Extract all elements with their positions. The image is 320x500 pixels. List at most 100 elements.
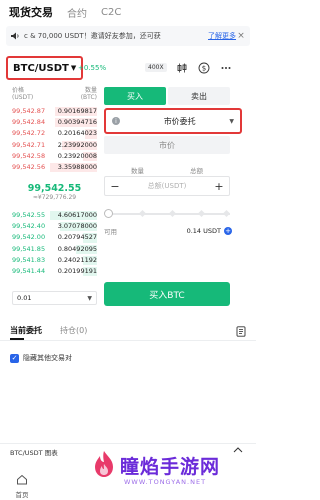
orders-tabs: 当前委托 持仓(0) <box>0 323 256 341</box>
ask-qty: 0.90169817 <box>57 107 97 115</box>
bid-price: 99,542.55 <box>12 211 46 219</box>
total-label[interactable]: 总额 <box>190 165 203 175</box>
leverage-badge[interactable]: 400X <box>145 63 167 72</box>
close-icon[interactable]: × <box>236 31 246 41</box>
ask-price: 99,542.84 <box>12 118 46 127</box>
bid-price: 99,542.00 <box>12 233 46 242</box>
ask-row[interactable]: 99,542.87 0.90169817 <box>12 106 97 117</box>
buy-tab[interactable]: 买入 <box>104 87 166 105</box>
bid-qty: 0.80492095 <box>57 244 97 253</box>
more-icon[interactable] <box>220 62 232 74</box>
total-placeholder: 总额(USDT) <box>147 182 187 190</box>
tab-futures[interactable]: 合约 <box>67 5 87 20</box>
orderbook-header: 价格 (USDT) 数量 (BTC) <box>12 87 97 101</box>
notice-banner: c & 70,000 USDT！邀请好友参加，还可获 了解更多 × <box>6 26 250 46</box>
ask-row[interactable]: 99,542.72 0.20164023 <box>12 128 97 139</box>
pair-selector[interactable]: BTC/USDT ▼ <box>6 56 84 80</box>
market-price-field: 市价 <box>104 136 230 154</box>
ask-qty: 0.90394716 <box>57 118 97 127</box>
ask-qty: 0.23920008 <box>57 151 97 160</box>
hide-other-pairs-label: 隐藏其他交易对 <box>23 354 72 362</box>
last-price-fiat: ≈¥729,776.29 <box>32 194 77 201</box>
slider-mark <box>222 209 231 218</box>
bid-price: 99,541.44 <box>12 266 46 275</box>
chevron-down-icon: ▼ <box>229 117 234 125</box>
asks-list: 99,542.87 0.90169817 99,542.84 0.90394716 … <box>12 106 97 173</box>
info-icon[interactable]: i <box>112 117 120 125</box>
price-header: 价格 <box>12 87 25 94</box>
minus-icon[interactable]: − <box>110 180 120 193</box>
ask-price: 99,542.72 <box>12 129 46 138</box>
notice-text: c & 70,000 USDT！邀请好友参加，还可获 <box>24 32 161 40</box>
bid-row[interactable]: 99,542.40 3.07078000 <box>12 221 97 232</box>
add-funds-icon[interactable]: + <box>224 227 232 235</box>
candlestick-icon[interactable] <box>176 62 188 74</box>
ask-price: 99,542.71 <box>12 140 46 149</box>
top-tabs: 现货交易 合约 C2C <box>0 0 256 24</box>
tab-open-orders[interactable]: 当前委托 <box>10 325 42 336</box>
order-type-select[interactable]: i 市价委托 ▼ <box>104 108 242 134</box>
ask-price: 99,542.56 <box>12 162 46 171</box>
bid-qty: 0.24021192 <box>57 255 97 264</box>
slider-handle[interactable] <box>104 209 113 218</box>
bid-qty: 0.20199191 <box>57 266 97 275</box>
precision-value: 0.01 <box>17 294 32 302</box>
buy-btc-button[interactable]: 买入BTC <box>104 282 230 306</box>
precision-select[interactable]: 0.01 ▼ <box>12 291 97 305</box>
price-unit: (USDT) <box>12 94 34 101</box>
bid-row[interactable]: 99,542.00 0.20794527 <box>12 232 97 243</box>
pair-symbol: BTC/USDT <box>13 62 69 74</box>
tab-positions[interactable]: 持仓(0) <box>60 325 87 336</box>
ask-qty: 0.20164023 <box>57 129 97 138</box>
notice-learn-more-link[interactable]: 了解更多 <box>208 31 236 41</box>
slider-mark <box>138 209 147 218</box>
active-tab-underline <box>10 338 24 340</box>
qty-label[interactable]: 数量 <box>131 165 144 175</box>
amount-labels: 数量 总额 <box>104 165 230 175</box>
amount-slider[interactable] <box>104 209 231 219</box>
chevron-down-icon: ▼ <box>70 64 77 72</box>
bid-row[interactable]: 99,542.55 4.60617000 <box>12 210 97 221</box>
dollar-icon[interactable]: $ <box>198 62 210 74</box>
price-change: +0.55% <box>78 64 107 72</box>
bid-row[interactable]: 99,541.85 0.80492095 <box>12 244 97 255</box>
watermark-name: 瞳焰手游网 <box>120 456 221 478</box>
chart-bar-label: BTC/USDT 图表 <box>10 449 58 457</box>
watermark: 瞳焰手游网 WWW.TONGYAN.NET <box>92 448 256 500</box>
bids-list: 99,542.55 4.60617000 99,542.40 3.07078000 … <box>12 210 97 277</box>
nav-home-label: 首页 <box>15 491 29 499</box>
total-input[interactable]: − 总额(USDT) + <box>104 176 230 196</box>
order-type-value: 市价委托 <box>163 116 196 126</box>
tab-spot[interactable]: 现货交易 <box>9 4 53 20</box>
last-price-block: 99,542.55 ≈¥729,776.29 <box>12 183 97 201</box>
pair-bar: BTC/USDT ▼ +0.55% 400X $ <box>0 56 256 82</box>
ask-qty: 2.23992000 <box>57 140 97 149</box>
available-label: 可用 <box>104 228 117 236</box>
ask-price: 99,542.58 <box>12 151 46 160</box>
ask-row[interactable]: 99,542.84 0.90394716 <box>12 117 97 128</box>
available-balance: 可用 0.14 USDT + <box>104 226 232 236</box>
speaker-icon <box>11 32 19 40</box>
ask-row[interactable]: 99,542.58 0.23920008 <box>12 151 97 162</box>
qty-unit: (BTC) <box>80 94 97 101</box>
tab-c2c[interactable]: C2C <box>101 7 121 18</box>
home-icon <box>17 474 27 485</box>
ask-price: 99,542.87 <box>12 107 46 115</box>
hide-other-pairs[interactable]: ✓ 隐藏其他交易对 <box>10 353 72 363</box>
ask-row[interactable]: 99,542.56 3.35988000 <box>12 162 97 173</box>
chevron-down-icon: ▼ <box>87 294 92 302</box>
nav-home[interactable]: 首页 <box>12 474 32 499</box>
bid-row[interactable]: 99,541.83 0.24021192 <box>12 255 97 266</box>
bid-price: 99,541.83 <box>12 255 46 264</box>
bid-price: 99,541.85 <box>12 244 46 253</box>
svg-text:$: $ <box>202 64 206 72</box>
sell-tab[interactable]: 卖出 <box>168 87 230 105</box>
slider-mark <box>168 209 177 218</box>
checkbox-checked-icon[interactable]: ✓ <box>10 353 19 363</box>
ask-row[interactable]: 99,542.71 2.23992000 <box>12 140 97 151</box>
bid-row[interactable]: 99,541.44 0.20199191 <box>12 266 97 277</box>
bid-qty: 3.07078000 <box>57 222 97 231</box>
plus-icon[interactable]: + <box>214 180 224 193</box>
orders-history-icon[interactable] <box>236 326 246 337</box>
bid-qty: 4.60617000 <box>57 211 97 219</box>
